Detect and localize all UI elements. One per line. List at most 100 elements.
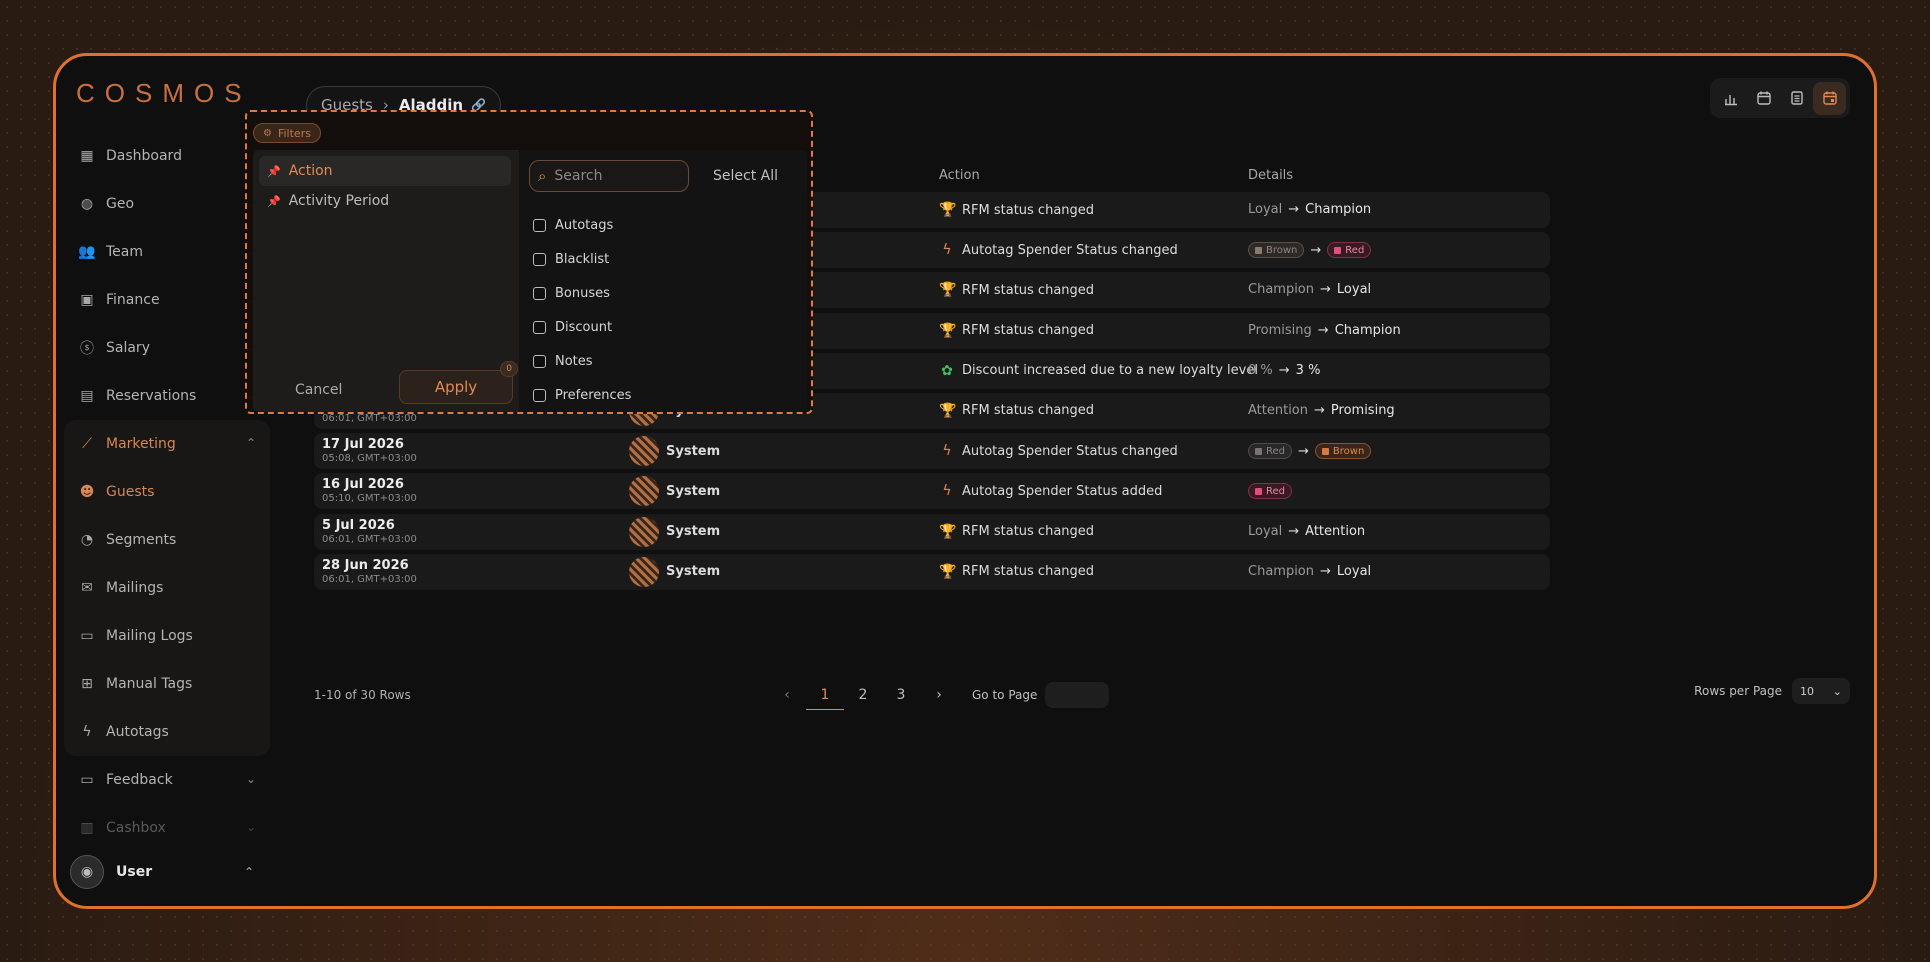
checkbox[interactable] [533, 286, 546, 300]
sidebar-item-feedback[interactable]: ▭ Feedback ⌄ [64, 756, 270, 804]
checkbox[interactable] [533, 354, 546, 368]
row-author: System [629, 476, 721, 507]
sidebar-item-autotags[interactable]: ϟ Autotags [64, 708, 270, 756]
system-avatar [629, 476, 659, 507]
team-icon: 👥 [78, 244, 96, 260]
sidebar-item-dashboard[interactable]: ▦ Dashboard [64, 132, 270, 180]
checkbox-label: Bonuses [555, 285, 610, 301]
page-3-button[interactable]: 3 [882, 680, 920, 710]
arrow-right-icon: → [1298, 443, 1309, 459]
pie-icon: ◔ [80, 532, 94, 548]
bar-chart-icon [1724, 95, 1737, 106]
filter-option-activity-period[interactable]: 📌 Activity Period [259, 186, 511, 216]
sidebar-item-label: Autotags [106, 724, 169, 740]
rows-per-page-select[interactable]: 10 ⌄ [1792, 678, 1850, 704]
checkbox-label: Notes [555, 353, 593, 369]
apply-label: Apply [434, 378, 478, 396]
checkbox[interactable] [533, 252, 546, 266]
rows-per-page-label: Rows per Page [1694, 684, 1782, 698]
sidebar-item-label: Finance [106, 292, 160, 308]
checkbox-autotags[interactable]: Autotags [533, 208, 631, 242]
document-icon [1790, 91, 1803, 105]
checkbox[interactable] [533, 388, 546, 402]
calendar-icon [1756, 91, 1771, 105]
sidebar-item-mailings[interactable]: ✉ Mailings [64, 564, 270, 612]
rows-per-page-value: 10 [1800, 684, 1814, 698]
sidebar-item-guests[interactable]: ☻ Guests [64, 468, 270, 516]
row-details: Champion → Loyal [1248, 282, 1371, 297]
table-row[interactable]: 17 Jul 2026 05:08, GMT+03:00 System ϟ Autota… [314, 433, 1550, 470]
calendar-view-button[interactable] [1747, 82, 1780, 115]
table-row[interactable]: 28 Jun 2026 06:01, GMT+03:00 System 🏆 RFM st… [314, 553, 1550, 590]
checkbox[interactable] [533, 218, 546, 232]
cancel-button[interactable]: Cancel [295, 382, 342, 398]
marketing-group: ⟋ Marketing ⌃ ☻ Guests ◔ Segments ✉ Mail… [64, 420, 270, 756]
table-row[interactable]: 16 Jul 2026 05:10, GMT+03:00 System ϟ Autota… [314, 473, 1550, 510]
checkbox[interactable] [533, 320, 546, 334]
action-label: Discount increased due to a new loyalty … [962, 363, 1258, 379]
detail-from: Champion [1248, 563, 1315, 579]
checkbox-notes[interactable]: Notes [533, 344, 631, 378]
sidebar-item-manual-tags[interactable]: ⊞ Manual Tags [64, 660, 270, 708]
activity-view-button[interactable] [1813, 81, 1846, 115]
checkbox-blacklist[interactable]: Blacklist [533, 242, 631, 276]
row-author: System [629, 556, 720, 587]
row-action: 🏆 RFM status changed [939, 524, 1094, 540]
checkbox-preferences[interactable]: Preferences [533, 378, 631, 412]
checkbox-bonuses[interactable]: Bonuses [533, 276, 631, 310]
filter-checkbox-list: Autotags Blacklist Bonuses Discount Note… [533, 208, 631, 412]
tag-to: Red [1327, 242, 1372, 259]
filter-search-input[interactable]: ⌕ Search [529, 160, 689, 192]
action-label: RFM status changed [962, 202, 1095, 218]
sidebar-item-label: Reservations [106, 388, 197, 404]
chevron-down-icon: ⌄ [245, 820, 256, 834]
filter-categories: 📌 Action 📌 Activity Period Cancel Apply … [259, 156, 518, 406]
table-row[interactable]: 5 Jul 2026 06:01, GMT+03:00 System 🏆 RFM sta… [314, 513, 1550, 550]
sidebar-item-reservations[interactable]: ▤ Reservations ⌄ [64, 372, 270, 420]
row-details: Brown → Red [1248, 242, 1372, 259]
filters-label: Filters [277, 126, 311, 140]
detail-from: Promising [1248, 322, 1312, 338]
detail-to: Promising [1330, 402, 1395, 418]
detail-from: 0 % [1248, 362, 1273, 378]
row-action: ϟ Autotag Spender Status changed [939, 443, 1177, 460]
filters-button[interactable]: ⚙ Filters [253, 123, 321, 143]
sidebar-item-label: Mailing Logs [106, 628, 193, 644]
page-1-button[interactable]: 1 [806, 680, 844, 710]
sidebar-item-salary[interactable]: ⓢ Salary ⌄ [64, 324, 270, 372]
bolt-icon: ϟ [942, 443, 952, 460]
stats-view-button[interactable] [1714, 82, 1747, 115]
row-details: Red [1248, 483, 1292, 500]
sidebar-item-mailing-logs[interactable]: ▭ Mailing Logs [64, 612, 270, 660]
checkbox-discount[interactable]: Discount [533, 310, 631, 344]
filter-option-action[interactable]: 📌 Action [259, 156, 511, 186]
sidebar-item-team[interactable]: 👥 Team ⌄ [64, 228, 270, 276]
rows-count: 1-10 of 30 Rows [314, 688, 411, 702]
select-all-button[interactable]: Select All [713, 168, 778, 184]
filter-panel: 📌 Action 📌 Activity Period Cancel Apply … [253, 150, 807, 412]
row-author: System [629, 436, 720, 467]
list-view-button[interactable] [1780, 82, 1813, 115]
row-date: 17 Jul 2026 [322, 437, 404, 453]
prev-page-button[interactable]: ‹ [768, 680, 806, 710]
arrow-right-icon: → [1310, 242, 1322, 258]
goto-page-input[interactable] [1045, 682, 1110, 708]
sidebar-item-finance[interactable]: ▣ Finance ⌄ [64, 276, 270, 324]
apply-button[interactable]: Apply 0 [399, 361, 518, 404]
finance-icon: ▣ [80, 292, 94, 308]
page-2-button[interactable]: 2 [844, 680, 882, 710]
next-page-button[interactable]: › [920, 680, 958, 710]
arrow-right-icon: → [1320, 563, 1331, 579]
arrow-right-icon: → [1288, 202, 1300, 217]
sidebar-item-segments[interactable]: ◔ Segments [64, 516, 270, 564]
sidebar-item-cashbox[interactable]: ▥ Cashbox ⌄ [64, 804, 270, 852]
sidebar-item-marketing[interactable]: ⟋ Marketing ⌃ [64, 420, 270, 468]
rows-per-page: Rows per Page 10 ⌄ [1694, 678, 1850, 704]
detail-to: Loyal [1336, 282, 1372, 298]
trophy-icon: 🏆 [939, 563, 957, 580]
user-menu[interactable]: ◉ User ⌃ [70, 852, 266, 892]
author-name: System [666, 483, 721, 499]
action-label: RFM status changed [962, 564, 1095, 580]
row-time: 06:01, GMT+03:00 [322, 573, 417, 585]
sidebar-item-geo[interactable]: ◍ Geo ⌄ [64, 180, 270, 228]
